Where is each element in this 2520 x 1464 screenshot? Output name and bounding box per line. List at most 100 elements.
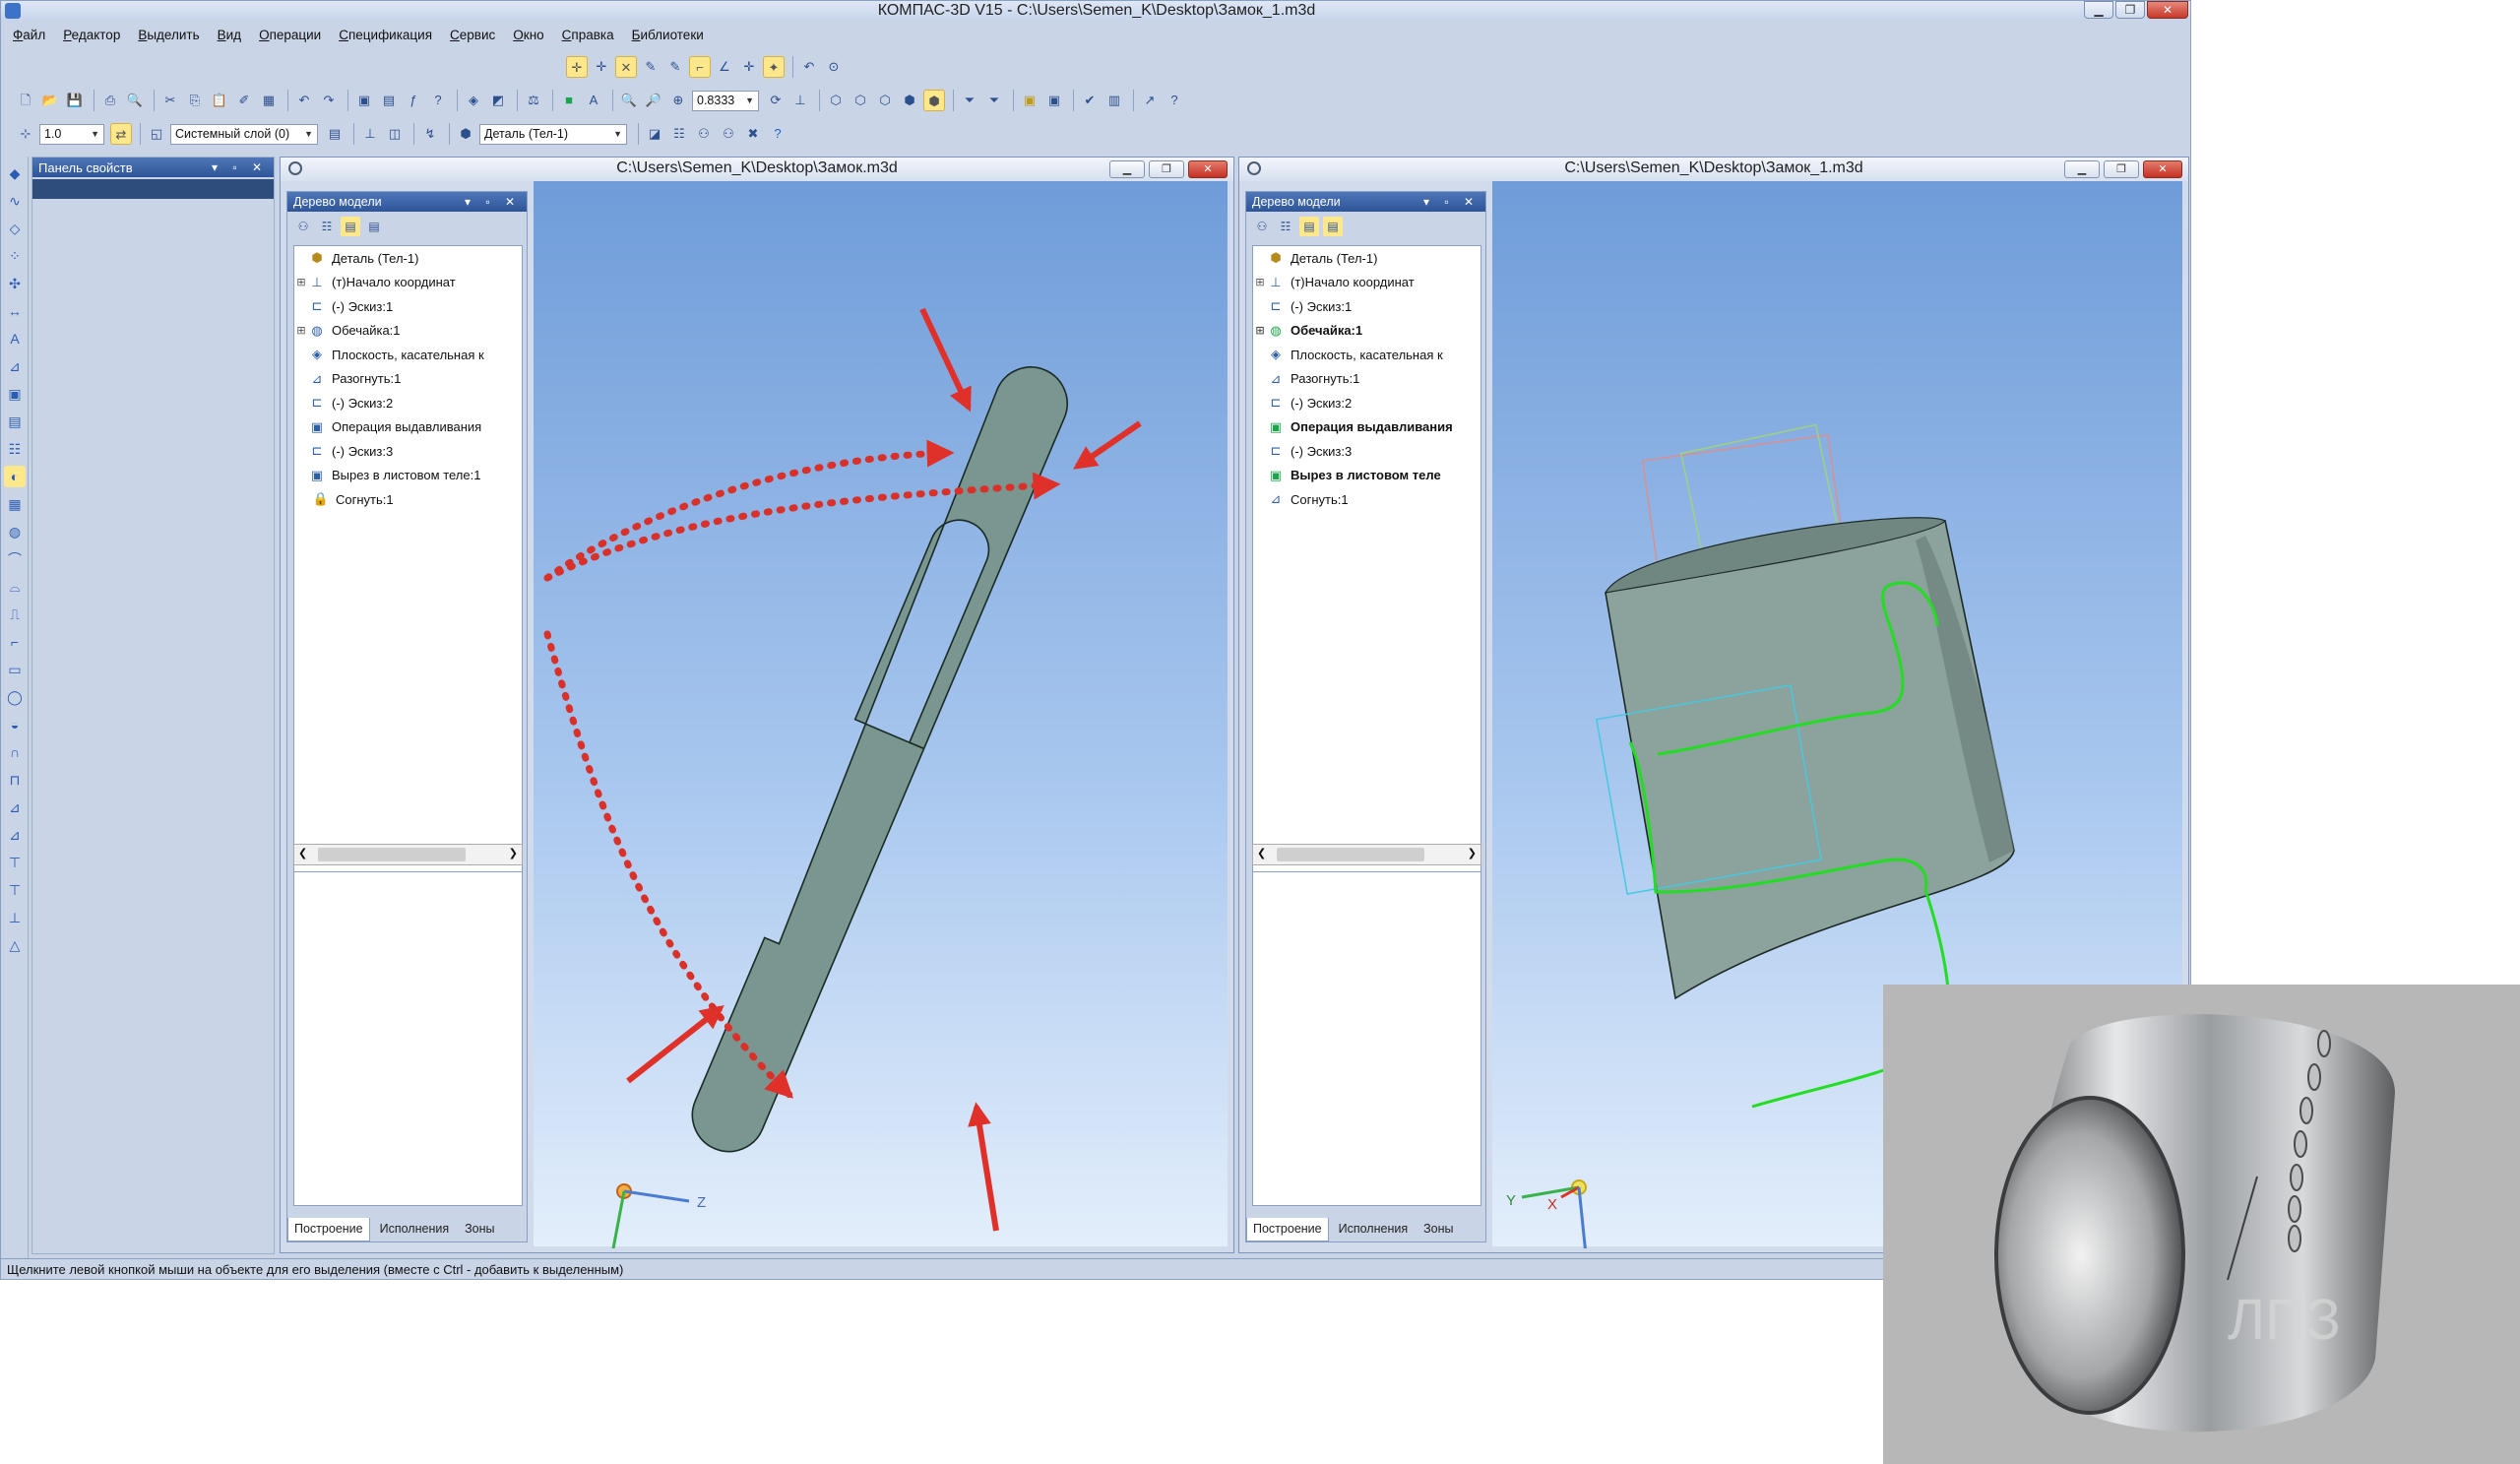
bend-icon[interactable]: ⌒	[4, 548, 26, 570]
surfaces-icon[interactable]: ◇	[4, 218, 26, 239]
text-icon[interactable]: A	[583, 90, 604, 111]
layer-select[interactable]: Системный слой (0) ▼	[170, 123, 318, 145]
tree-relations-icon[interactable]: ▤	[1323, 217, 1343, 236]
open-file-icon[interactable]: 📂	[39, 90, 61, 111]
menu-service[interactable]: Сервис	[450, 28, 495, 42]
doc-right-restore-button[interactable]: ❐	[2104, 160, 2139, 178]
tree-item[interactable]: ⊏ (-) Эскиз:1	[1253, 294, 1480, 319]
undo-icon[interactable]: ↶	[293, 90, 315, 111]
cube-view-icon[interactable]: ▣	[1043, 90, 1065, 111]
tree-item[interactable]: ⊏ (-) Эскиз:2	[294, 391, 522, 415]
tree-item[interactable]: 🔒 Согнуть:1	[294, 487, 522, 512]
tree-relations-icon[interactable]: ▤	[364, 217, 384, 236]
library-manager-icon[interactable]: ▣	[353, 90, 375, 111]
orientation-icon[interactable]: ⊥	[789, 90, 811, 111]
properties-icon[interactable]: ✐	[233, 90, 255, 111]
tree-item[interactable]: ⊞ ⊥ (т)Начало координат	[1253, 271, 1480, 295]
zoom-window-icon[interactable]: 🔍	[618, 90, 640, 111]
layer-props-icon[interactable]: ▤	[324, 123, 346, 145]
zoom-fit-icon[interactable]: 🔎	[643, 90, 664, 111]
hidden-lines-icon[interactable]: ⬡	[850, 90, 871, 111]
corner-icon[interactable]: ⊤	[4, 852, 26, 873]
orient-icon[interactable]: ↯	[419, 123, 441, 145]
layers-icon[interactable]: ◈	[463, 90, 484, 111]
redo-icon[interactable]: ↷	[318, 90, 340, 111]
tab-build[interactable]: Построение	[1246, 1218, 1329, 1241]
tree-item[interactable]: ⊿ Разогнуть:1	[294, 367, 522, 392]
snap-toggle-icon[interactable]: ⇄	[110, 123, 132, 145]
tree-item[interactable]: ⊿ Разогнуть:1	[1253, 367, 1480, 392]
tab-versions[interactable]: Исполнения	[1333, 1218, 1414, 1241]
function-icon[interactable]: ƒ	[403, 90, 424, 111]
tree-item[interactable]: ⬢ Деталь (Тел-1)	[1253, 246, 1480, 271]
measure-icon[interactable]: ⚖	[523, 90, 544, 111]
snap-angle-icon[interactable]: ∠	[714, 56, 735, 78]
preview-icon[interactable]: 🔍	[124, 90, 146, 111]
menu-window[interactable]: Окно	[513, 28, 543, 42]
tree-structure-icon[interactable]: ⚇	[293, 217, 313, 236]
tree-item[interactable]: ⊏ (-) Эскиз:2	[1253, 391, 1480, 415]
hem-icon[interactable]: ⌐	[4, 631, 26, 653]
menu-file[interactable]: Файл	[13, 28, 45, 42]
menu-select[interactable]: Выделить	[138, 28, 199, 42]
snap-grid-icon[interactable]: ✛	[566, 56, 588, 78]
coord-sys-icon[interactable]: ⊥	[359, 123, 381, 145]
help-pointer-icon[interactable]: ?	[427, 90, 449, 111]
tree-item[interactable]: ⊏ (-) Эскиз:3	[1253, 439, 1480, 464]
pointer-icon[interactable]: ↗	[1139, 90, 1161, 111]
curves-icon[interactable]: ∿	[4, 190, 26, 212]
sketch-icon[interactable]: ◩	[487, 90, 509, 111]
tree-left-controls[interactable]: ▾ ▫ ✕	[465, 195, 521, 209]
tree-order-icon[interactable]: ☷	[1276, 217, 1295, 236]
wireframe-icon[interactable]: ⬡	[825, 90, 847, 111]
doc-left-minimize-button[interactable]: ▁	[1109, 160, 1145, 178]
halftone-edges-icon[interactable]: ⬢	[923, 90, 945, 111]
filters-icon[interactable]: ▣	[4, 383, 26, 405]
menu-view[interactable]: Вид	[218, 28, 241, 42]
snap-pin-icon[interactable]: ✦	[763, 56, 785, 78]
snap-corner-icon[interactable]: ⌐	[689, 56, 711, 78]
reports-icon[interactable]: ☷	[4, 438, 26, 460]
tree-filter-icon[interactable]: ▤	[341, 217, 360, 236]
tab-build[interactable]: Построение	[287, 1218, 370, 1241]
viewport-left[interactable]: Z Y	[534, 181, 1228, 1248]
menu-libraries[interactable]: Библиотеки	[632, 28, 704, 42]
auxiliary-icon[interactable]: ✣	[4, 273, 26, 294]
shell-icon[interactable]: ◍	[4, 521, 26, 542]
hole-icon[interactable]: ◯	[4, 686, 26, 708]
menu-editor[interactable]: Редактор	[63, 28, 120, 42]
dimensions-icon[interactable]: ↔	[4, 300, 26, 322]
bend-line-icon[interactable]: ⌓	[4, 576, 26, 598]
snap-tangent-icon[interactable]: ✎	[640, 56, 662, 78]
manager-icon[interactable]: ▦	[258, 90, 280, 111]
tree-right-scrollbar[interactable]: ❮ ❯	[1252, 844, 1481, 865]
tree-item[interactable]: ⊞ ⊥ (т)Начало координат	[294, 271, 522, 295]
layer-icon[interactable]: ◱	[146, 123, 167, 145]
snap-center-icon[interactable]: ✛	[738, 56, 760, 78]
tree-item[interactable]: ▣ Вырез в листовом теле	[1253, 464, 1480, 488]
doc-right-close-button[interactable]: ✕	[2143, 160, 2182, 178]
filter-icon[interactable]: ⏷	[959, 90, 980, 111]
tree-item[interactable]: ◈ Плоскость, касательная к	[1253, 343, 1480, 367]
tree-item[interactable]: ⊿ Согнуть:1	[1253, 487, 1480, 512]
part-select[interactable]: Деталь (Тел-1) ▼	[479, 123, 627, 145]
halftone-icon[interactable]: ⬢	[899, 90, 920, 111]
print-icon[interactable]: ⎙	[99, 90, 121, 111]
tree-item[interactable]: ◈ Плоскость, касательная к	[294, 343, 522, 367]
cutout-icon[interactable]: ▭	[4, 659, 26, 680]
zoom-field[interactable]: 0.8333 ▼	[692, 90, 759, 111]
sketch-mode-icon[interactable]: ◪	[644, 123, 665, 145]
save-file-icon[interactable]: 💾	[64, 90, 86, 111]
rebend-icon[interactable]: ⊿	[4, 824, 26, 846]
tree-icon[interactable]: ⚇	[718, 123, 739, 145]
arrays-icon[interactable]: ⁘	[4, 245, 26, 267]
tab-zones[interactable]: Зоны	[1418, 1218, 1459, 1241]
close-button[interactable]: ✕	[2147, 1, 2188, 19]
tools-icon[interactable]: ✖	[742, 123, 764, 145]
tree-right-controls[interactable]: ▾ ▫ ✕	[1423, 195, 1480, 209]
measure-panel-icon[interactable]: ⊿	[4, 355, 26, 377]
check-icon[interactable]: ✔	[1079, 90, 1101, 111]
triangle-icon[interactable]: △	[4, 934, 26, 956]
doc-left-close-button[interactable]: ✕	[1188, 160, 1228, 178]
new-file-icon[interactable]: 🗋	[15, 90, 36, 111]
